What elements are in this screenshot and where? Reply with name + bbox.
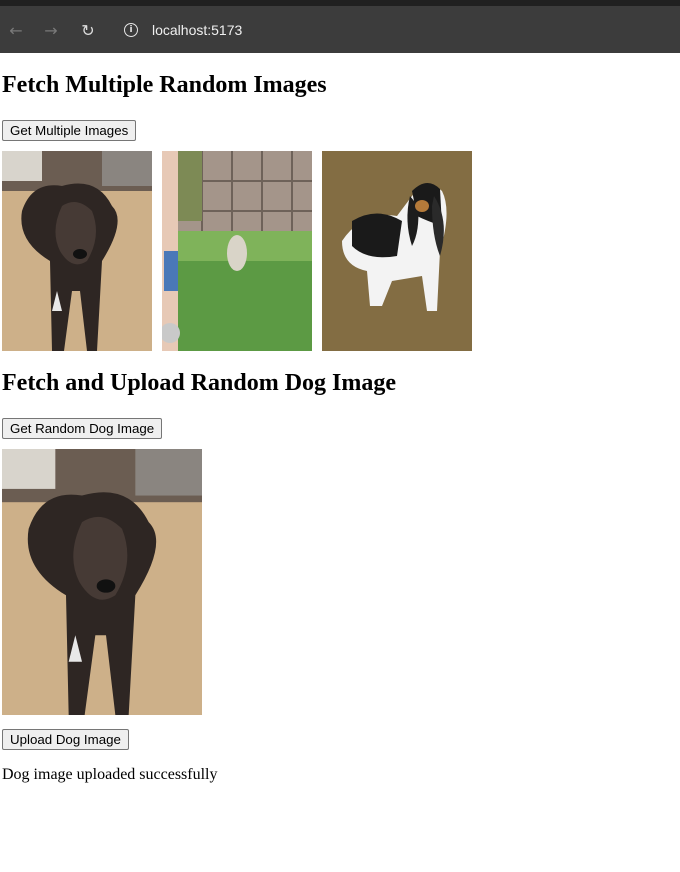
address-bar[interactable]: i localhost:5173 (118, 16, 658, 44)
forward-button[interactable]: → (40, 19, 62, 41)
dog-image-2 (162, 151, 312, 351)
arrow-left-icon: ← (9, 20, 23, 40)
dog-image-1 (2, 151, 152, 351)
arrow-right-icon: → (44, 20, 58, 40)
reload-button[interactable]: ↻ (77, 19, 99, 41)
dog-image-3 (322, 151, 472, 351)
info-icon[interactable]: i (124, 23, 138, 37)
multiple-images-heading: Fetch Multiple Random Images (2, 72, 327, 98)
get-multiple-images-button[interactable]: Get Multiple Images (2, 120, 137, 141)
get-random-dog-image-button[interactable]: Get Random Dog Image (2, 418, 163, 439)
back-button[interactable]: ← (5, 19, 27, 41)
reload-icon: ↻ (81, 20, 95, 40)
upload-dog-image-button[interactable]: Upload Dog Image (2, 729, 129, 750)
random-dog-image (2, 449, 202, 715)
browser-toolbar: ← → ↻ i localhost:5173 (0, 0, 680, 53)
upload-status-message: Dog image uploaded successfully (2, 766, 218, 783)
upload-heading: Fetch and Upload Random Dog Image (2, 370, 397, 396)
url-text: localhost:5173 (152, 22, 243, 38)
